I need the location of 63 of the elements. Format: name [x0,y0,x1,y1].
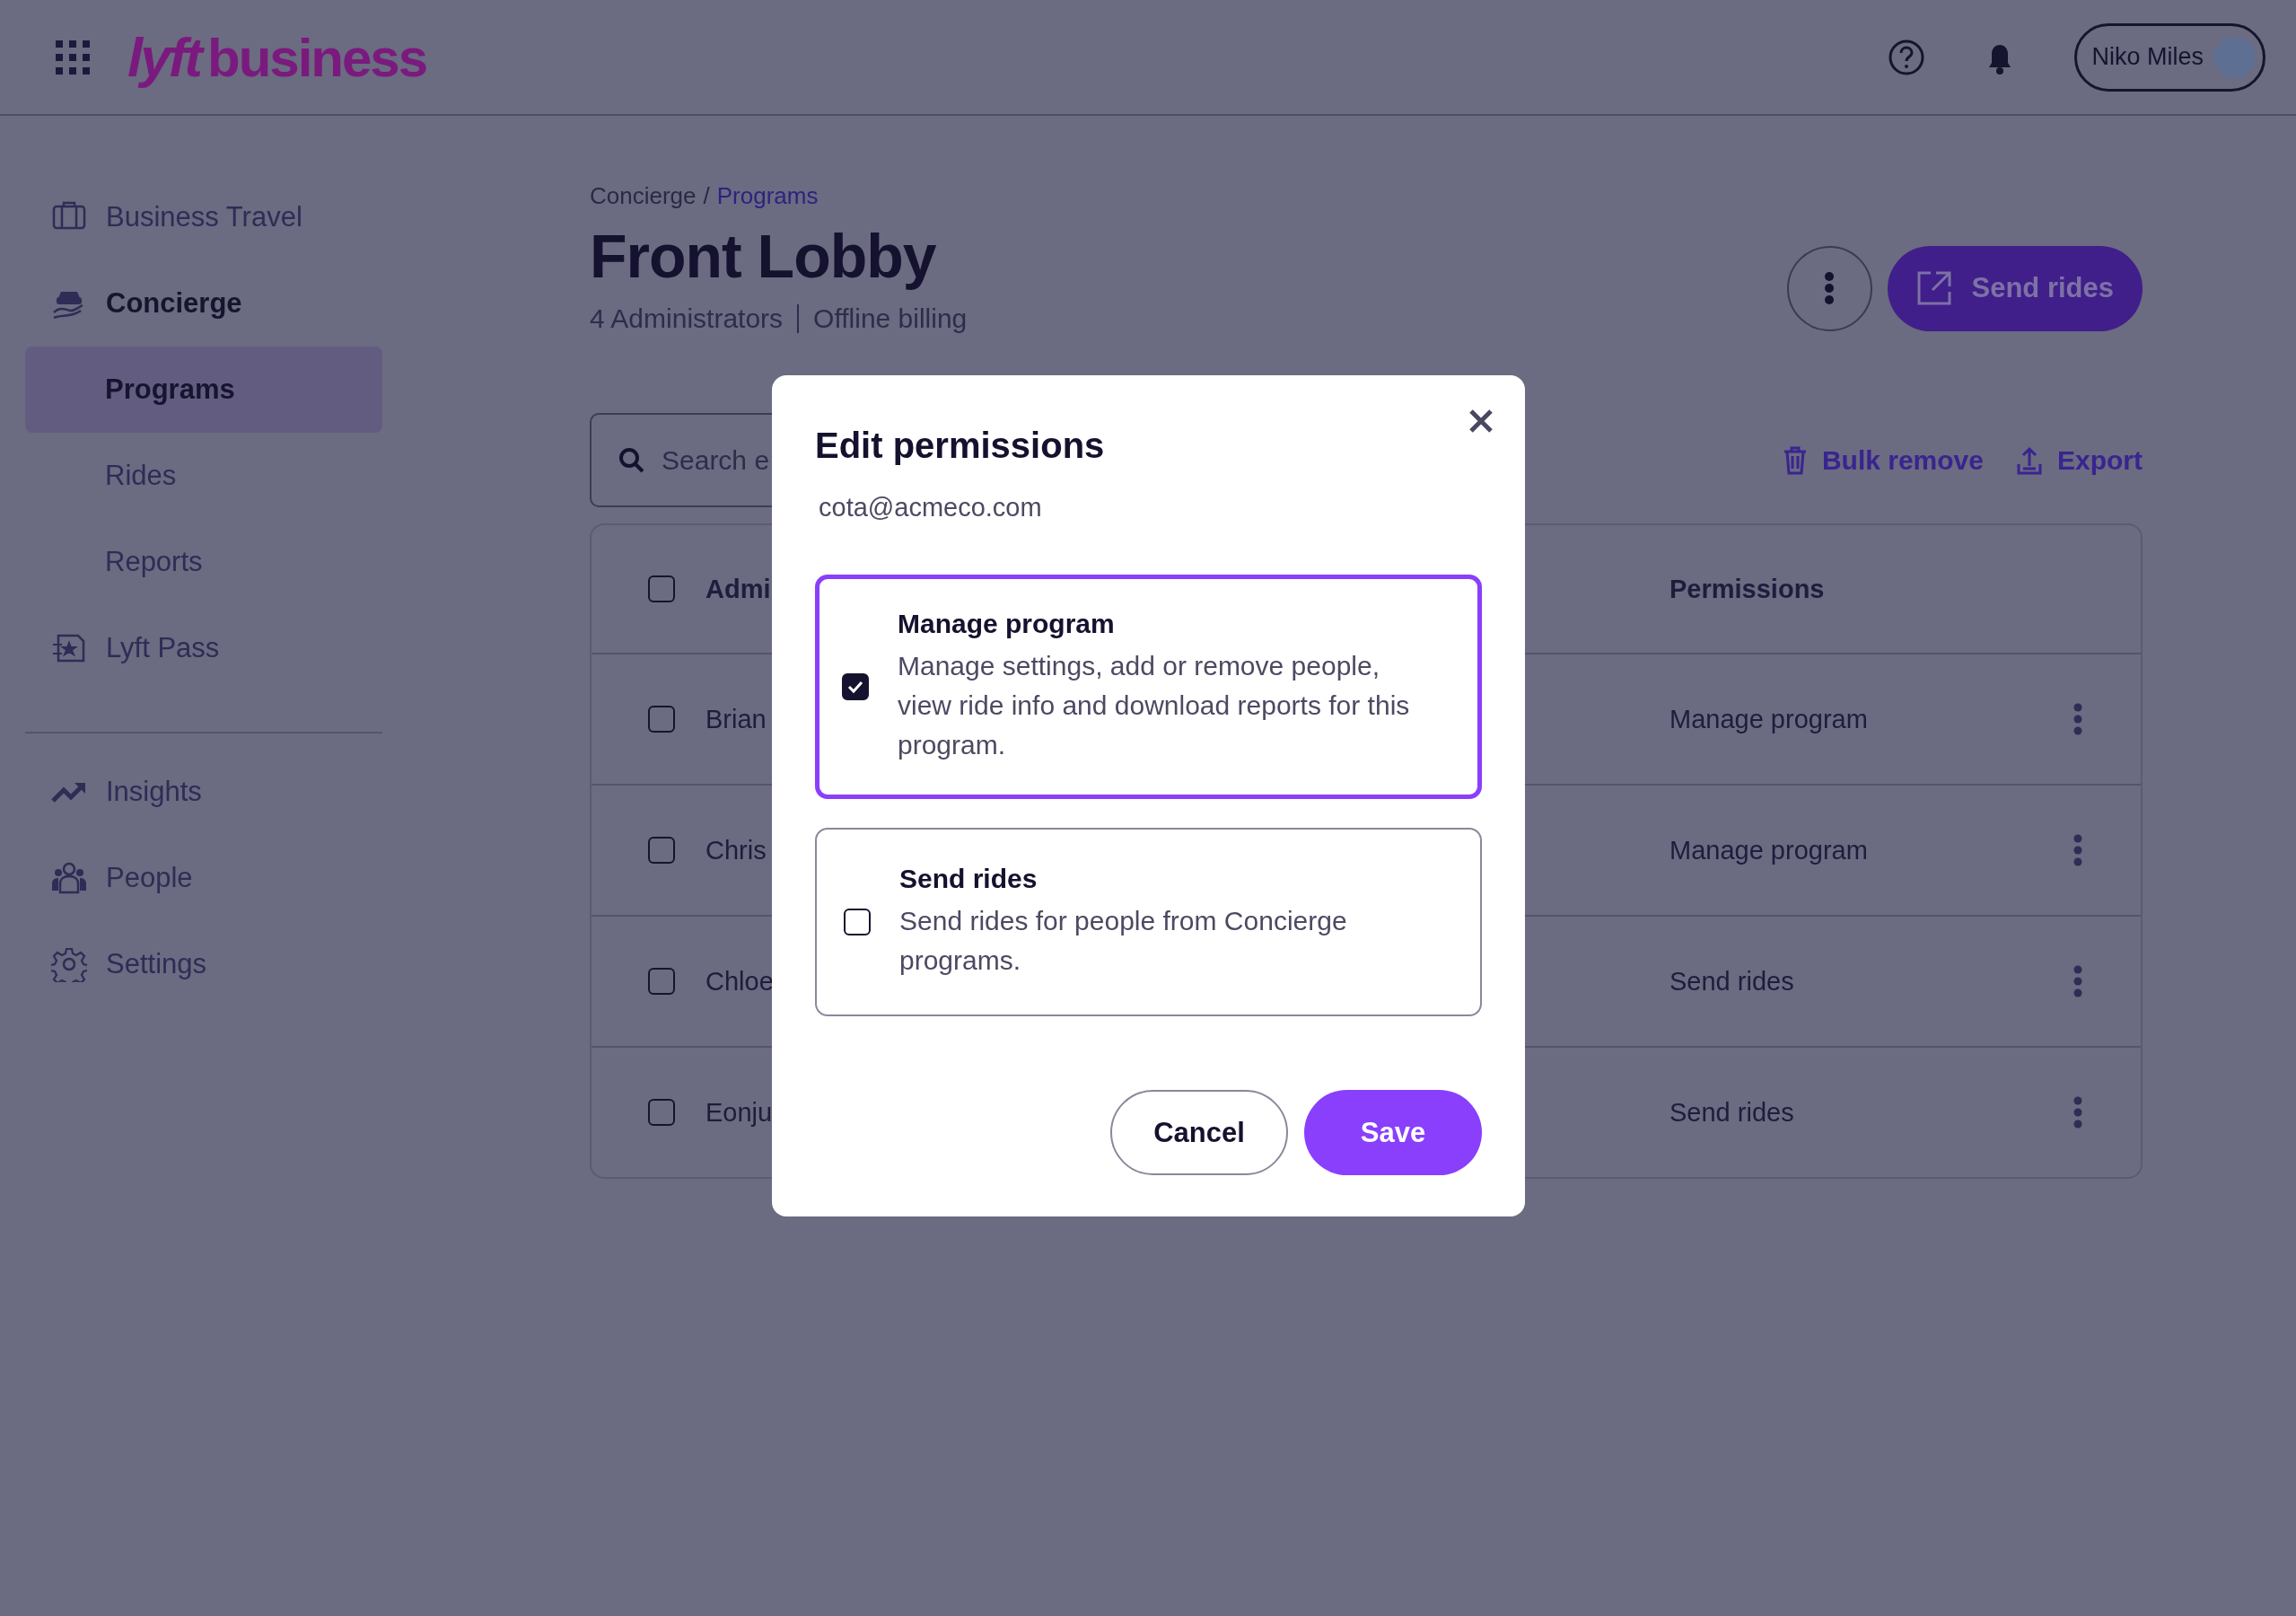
sidebar-item-icon [51,860,87,896]
row-checkbox[interactable] [648,837,675,864]
table-cell: Send rides [1669,966,1794,997]
breadcrumb-link[interactable]: Concierge [590,182,697,210]
more-icon [1824,271,1835,305]
permission-option[interactable]: Manage program Manage settings, add or remove people, view ride info and download reports for this program. [815,575,1482,799]
column-header: Admi [705,574,771,604]
page-subtitle: Offline billing [813,303,968,334]
column-header: Permissions [1669,574,1825,604]
row-menu-icon[interactable] [2073,1096,2083,1129]
dialog-subtitle: cota@acmeco.com [819,493,1043,523]
breadcrumb-link[interactable]: Programs [716,182,819,210]
avatar [2214,36,2256,78]
sidebar-item[interactable]: Insights [25,749,382,835]
permission-option[interactable]: Send rides Send rides for people from Concierge programs. [815,828,1482,1016]
permission-checkbox[interactable] [844,909,871,935]
export-link[interactable]: Export [2016,444,2143,476]
option-description: Manage settings, add or remove people, view ride info and download reports for this program. [898,650,1411,761]
row-checkbox[interactable] [648,706,675,733]
row-menu-icon[interactable] [2073,834,2083,866]
save-button[interactable]: Save [1304,1090,1482,1175]
table-cell: Chris [705,835,767,865]
permission-checkbox[interactable] [842,673,869,700]
table-cell: Manage program [1669,704,1868,734]
sidebar-item[interactable]: Business Travel [25,174,382,260]
send-rides-button[interactable]: Send rides [1887,245,2143,331]
logo-text: business [207,27,427,89]
bulk-remove-link[interactable]: Bulk remove [1782,444,1984,476]
table-cell: Chloe [705,966,774,997]
row-checkbox[interactable] [648,1099,675,1126]
sidebar-item[interactable]: Lyft Pass [25,605,382,691]
search-icon [618,446,645,474]
external-link-icon [1915,270,1952,306]
user-menu-button[interactable]: Niko Miles [2074,22,2265,92]
upload-icon [2016,445,2043,475]
select-all-checkbox[interactable] [648,575,675,602]
dialog-title: Edit permissions [815,426,1106,466]
row-menu-icon[interactable] [2073,965,2083,997]
option-title: Manage program [898,609,1116,639]
apps-grid-icon[interactable] [56,40,90,75]
more-button[interactable] [1786,245,1872,331]
table-cell: Send rides [1669,1097,1794,1128]
page-title: Front Lobby [590,221,937,291]
option-description: Send rides for people from Concierge programs. [899,905,1348,977]
search-field[interactable]: Search e [645,444,805,476]
sidebar-item-icon [51,946,87,982]
option-title: Send rides [899,864,1038,894]
table-cell: Brian [705,704,767,734]
table-cell: Manage program [1669,835,1868,865]
sidebar-item[interactable]: Concierge [25,260,382,347]
sidebar-item[interactable]: People [25,835,382,921]
sidebar-item[interactable]: Settings [25,921,382,1007]
table-cell: Eonju [705,1097,773,1128]
sidebar-subitem[interactable]: Rides [25,433,382,519]
sidebar-subitem[interactable]: Reports [25,519,382,605]
help-icon[interactable] [1888,38,1926,76]
cancel-button[interactable]: Cancel [1110,1090,1288,1175]
row-menu-icon[interactable] [2073,703,2083,735]
row-checkbox[interactable] [648,968,675,995]
breadcrumb-separator: / [703,182,710,210]
page-subtitle: 4 Administrators [590,303,784,334]
sidebar-subitem[interactable]: Programs [25,347,382,433]
trash-icon [1782,445,1808,475]
